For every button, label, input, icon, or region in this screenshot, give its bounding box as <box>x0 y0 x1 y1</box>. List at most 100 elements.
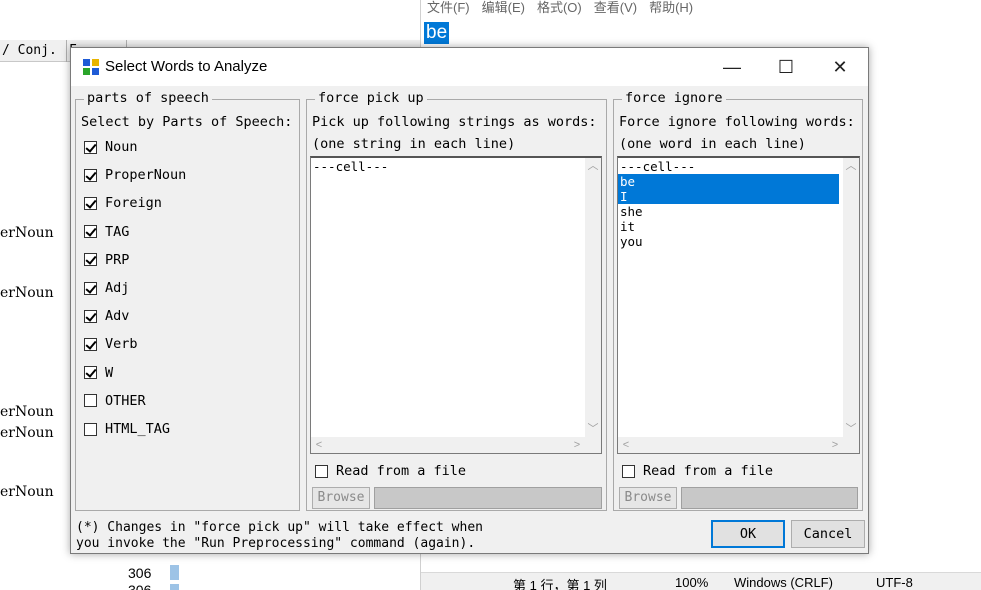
background-cell-text: erNoun <box>0 404 54 420</box>
group-title: force pick up <box>315 90 427 106</box>
note-line1: (*) Changes in "force pick up" will take… <box>76 520 483 535</box>
force-pick-up-group: force pick up Pick up following strings … <box>306 90 607 511</box>
checkbox-label: ProperNoun <box>105 167 187 184</box>
checkbox-box[interactable] <box>84 281 97 295</box>
pos-checkbox-other[interactable]: OTHER <box>84 392 146 410</box>
checkbox-label: HTML_TAG <box>105 421 171 437</box>
horizontal-scrollbar[interactable]: < > <box>618 437 843 453</box>
checkbox-box[interactable] <box>84 337 97 351</box>
checkbox-box[interactable] <box>84 422 97 436</box>
checkbox-box[interactable] <box>84 309 97 323</box>
checkbox-box[interactable] <box>84 225 97 239</box>
text-line[interactable]: she <box>618 204 839 219</box>
checkbox-label: Verb <box>105 336 138 353</box>
menu-view[interactable]: 查看(V) <box>594 0 637 18</box>
scroll-right-icon[interactable]: > <box>827 437 843 453</box>
background-cell-text: erNoun <box>0 225 54 241</box>
pos-checkbox-noun[interactable]: Noun <box>84 138 138 156</box>
ignore-textarea[interactable]: ---cell--- be Ishe it you ︿ ﹀ < > <box>617 156 860 454</box>
pick-up-instruction-line1: Pick up following strings as words: <box>312 114 597 130</box>
checkbox-label: Foreign <box>105 195 162 212</box>
checkbox-box[interactable] <box>315 464 328 478</box>
checkbox-box[interactable] <box>84 253 97 267</box>
menu-format[interactable]: 格式(O) <box>537 0 582 18</box>
dialog-title: Select Words to Analyze <box>105 58 268 75</box>
pos-checkbox-w[interactable]: W <box>84 364 113 382</box>
pos-checkbox-propernoun[interactable]: ProperNoun <box>84 166 186 184</box>
scroll-left-icon[interactable]: < <box>618 437 634 453</box>
pick-up-file-path-field[interactable] <box>374 487 602 509</box>
ignore-browse-button[interactable]: Browse <box>619 487 677 509</box>
notepad-selected-text[interactable]: be <box>424 22 450 44</box>
parts-of-speech-group: parts of speech Select by Parts of Speec… <box>75 90 300 511</box>
menu-file[interactable]: 文件(F) <box>427 0 470 18</box>
text-line[interactable]: be <box>618 174 839 189</box>
status-line-ending: Windows (CRLF) <box>734 575 833 590</box>
group-title: force ignore <box>622 90 726 106</box>
background-cell-text: erNoun <box>0 285 54 301</box>
horizontal-scrollbar[interactable]: < > <box>311 437 585 453</box>
pos-checkbox-html-tag[interactable]: HTML_TAG <box>84 420 170 438</box>
pos-checkbox-verb[interactable]: Verb <box>84 335 138 353</box>
frequency-bar <box>170 565 179 580</box>
column-header-conj[interactable]: / Conj. <box>0 40 67 62</box>
checkbox-box[interactable] <box>84 394 97 408</box>
text-line[interactable]: ---cell--- <box>618 159 839 174</box>
cancel-button[interactable]: Cancel <box>791 520 865 548</box>
status-encoding: UTF-8 <box>876 575 913 590</box>
note-line2: you invoke the "Run Preprocessing" comma… <box>76 536 476 551</box>
pos-checkbox-foreign[interactable]: Foreign <box>84 194 162 212</box>
scroll-down-icon[interactable]: ﹀ <box>843 421 859 437</box>
scroll-left-icon[interactable]: < <box>311 437 327 453</box>
group-title: parts of speech <box>84 90 212 106</box>
app-icon <box>83 59 99 75</box>
scroll-up-icon[interactable]: ︿ <box>843 158 859 174</box>
checkbox-label: Noun <box>105 139 138 155</box>
pick-up-browse-button[interactable]: Browse <box>312 487 370 509</box>
text-line[interactable]: you <box>618 234 839 249</box>
ignore-file-path-field[interactable] <box>681 487 858 509</box>
pick-up-textarea[interactable]: ---cell--- ︿ ﹀ < > <box>310 156 602 454</box>
scroll-up-icon[interactable]: ︿ <box>585 158 601 174</box>
checkbox-label: Adv <box>105 308 130 325</box>
checkbox-label: OTHER <box>105 392 146 409</box>
status-position: 第 1 行，第 1 列 <box>513 578 607 590</box>
maximize-button[interactable]: ☐ <box>759 48 813 86</box>
checkbox-box[interactable] <box>84 140 97 154</box>
ignore-read-from-file-checkbox[interactable]: Read from a file <box>622 462 773 480</box>
minimize-button[interactable]: — <box>705 48 759 86</box>
close-button[interactable]: ✕ <box>813 48 867 86</box>
pos-checkbox-adv[interactable]: Adv <box>84 307 129 325</box>
checkbox-label: TAG <box>105 223 130 240</box>
dialog-titlebar[interactable]: Select Words to Analyze — ☐ ✕ <box>71 48 868 86</box>
ignore-instruction-line2: (one word in each line) <box>619 136 806 152</box>
status-zoom: 100% <box>675 575 709 590</box>
menu-edit[interactable]: 编辑(E) <box>482 0 525 18</box>
vertical-scrollbar[interactable]: ︿ ﹀ <box>843 158 859 437</box>
background-cell-text: erNoun <box>0 484 54 500</box>
pos-checkbox-prp[interactable]: PRP <box>84 251 129 269</box>
select-words-dialog: Select Words to Analyze — ☐ ✕ parts of s… <box>70 47 869 554</box>
ignore-instruction-line1: Force ignore following words: <box>619 114 855 130</box>
checkbox-label: W <box>105 364 114 381</box>
row-number: 306 <box>128 565 152 581</box>
checkbox-box[interactable] <box>622 464 635 478</box>
text-line[interactable]: I <box>618 189 839 204</box>
pos-checkbox-tag[interactable]: TAG <box>84 223 129 241</box>
scroll-right-icon[interactable]: > <box>569 437 585 453</box>
menu-help[interactable]: 帮助(H) <box>649 0 693 18</box>
text-line[interactable]: it <box>618 219 839 234</box>
scroll-down-icon[interactable]: ﹀ <box>585 421 601 437</box>
checkbox-box[interactable] <box>84 168 97 182</box>
vertical-scrollbar[interactable]: ︿ ﹀ <box>585 158 601 437</box>
pick-up-instruction-line2: (one string in each line) <box>312 136 516 152</box>
checkbox-box[interactable] <box>84 366 97 380</box>
ok-button[interactable]: OK <box>711 520 785 548</box>
pos-checkbox-adj[interactable]: Adj <box>84 279 129 297</box>
force-ignore-group: force ignore Force ignore following word… <box>613 90 863 511</box>
checkbox-box[interactable] <box>84 196 97 210</box>
text-line[interactable]: ---cell--- <box>311 159 585 174</box>
pick-up-read-from-file-checkbox[interactable]: Read from a file <box>315 462 466 480</box>
frequency-bar <box>170 584 179 590</box>
notepad-menubar: 文件(F) 编辑(E) 格式(O) 查看(V) 帮助(H) <box>421 0 981 18</box>
